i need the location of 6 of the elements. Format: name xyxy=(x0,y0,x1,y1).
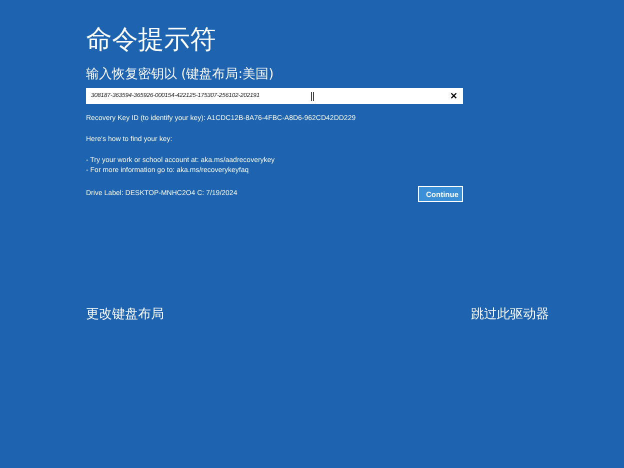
field-label: 输入恢复密钥以 (键盘布局:美国) xyxy=(86,66,275,84)
link[interactable]: 更改键盘布局 xyxy=(86,305,164,323)
text-cursor-icon xyxy=(311,92,314,100)
link[interactable]: 跳过此驱动器 xyxy=(471,305,549,323)
clear-button[interactable]: ✕ xyxy=(446,91,462,101)
page-title: 命令提示符 xyxy=(86,24,217,57)
